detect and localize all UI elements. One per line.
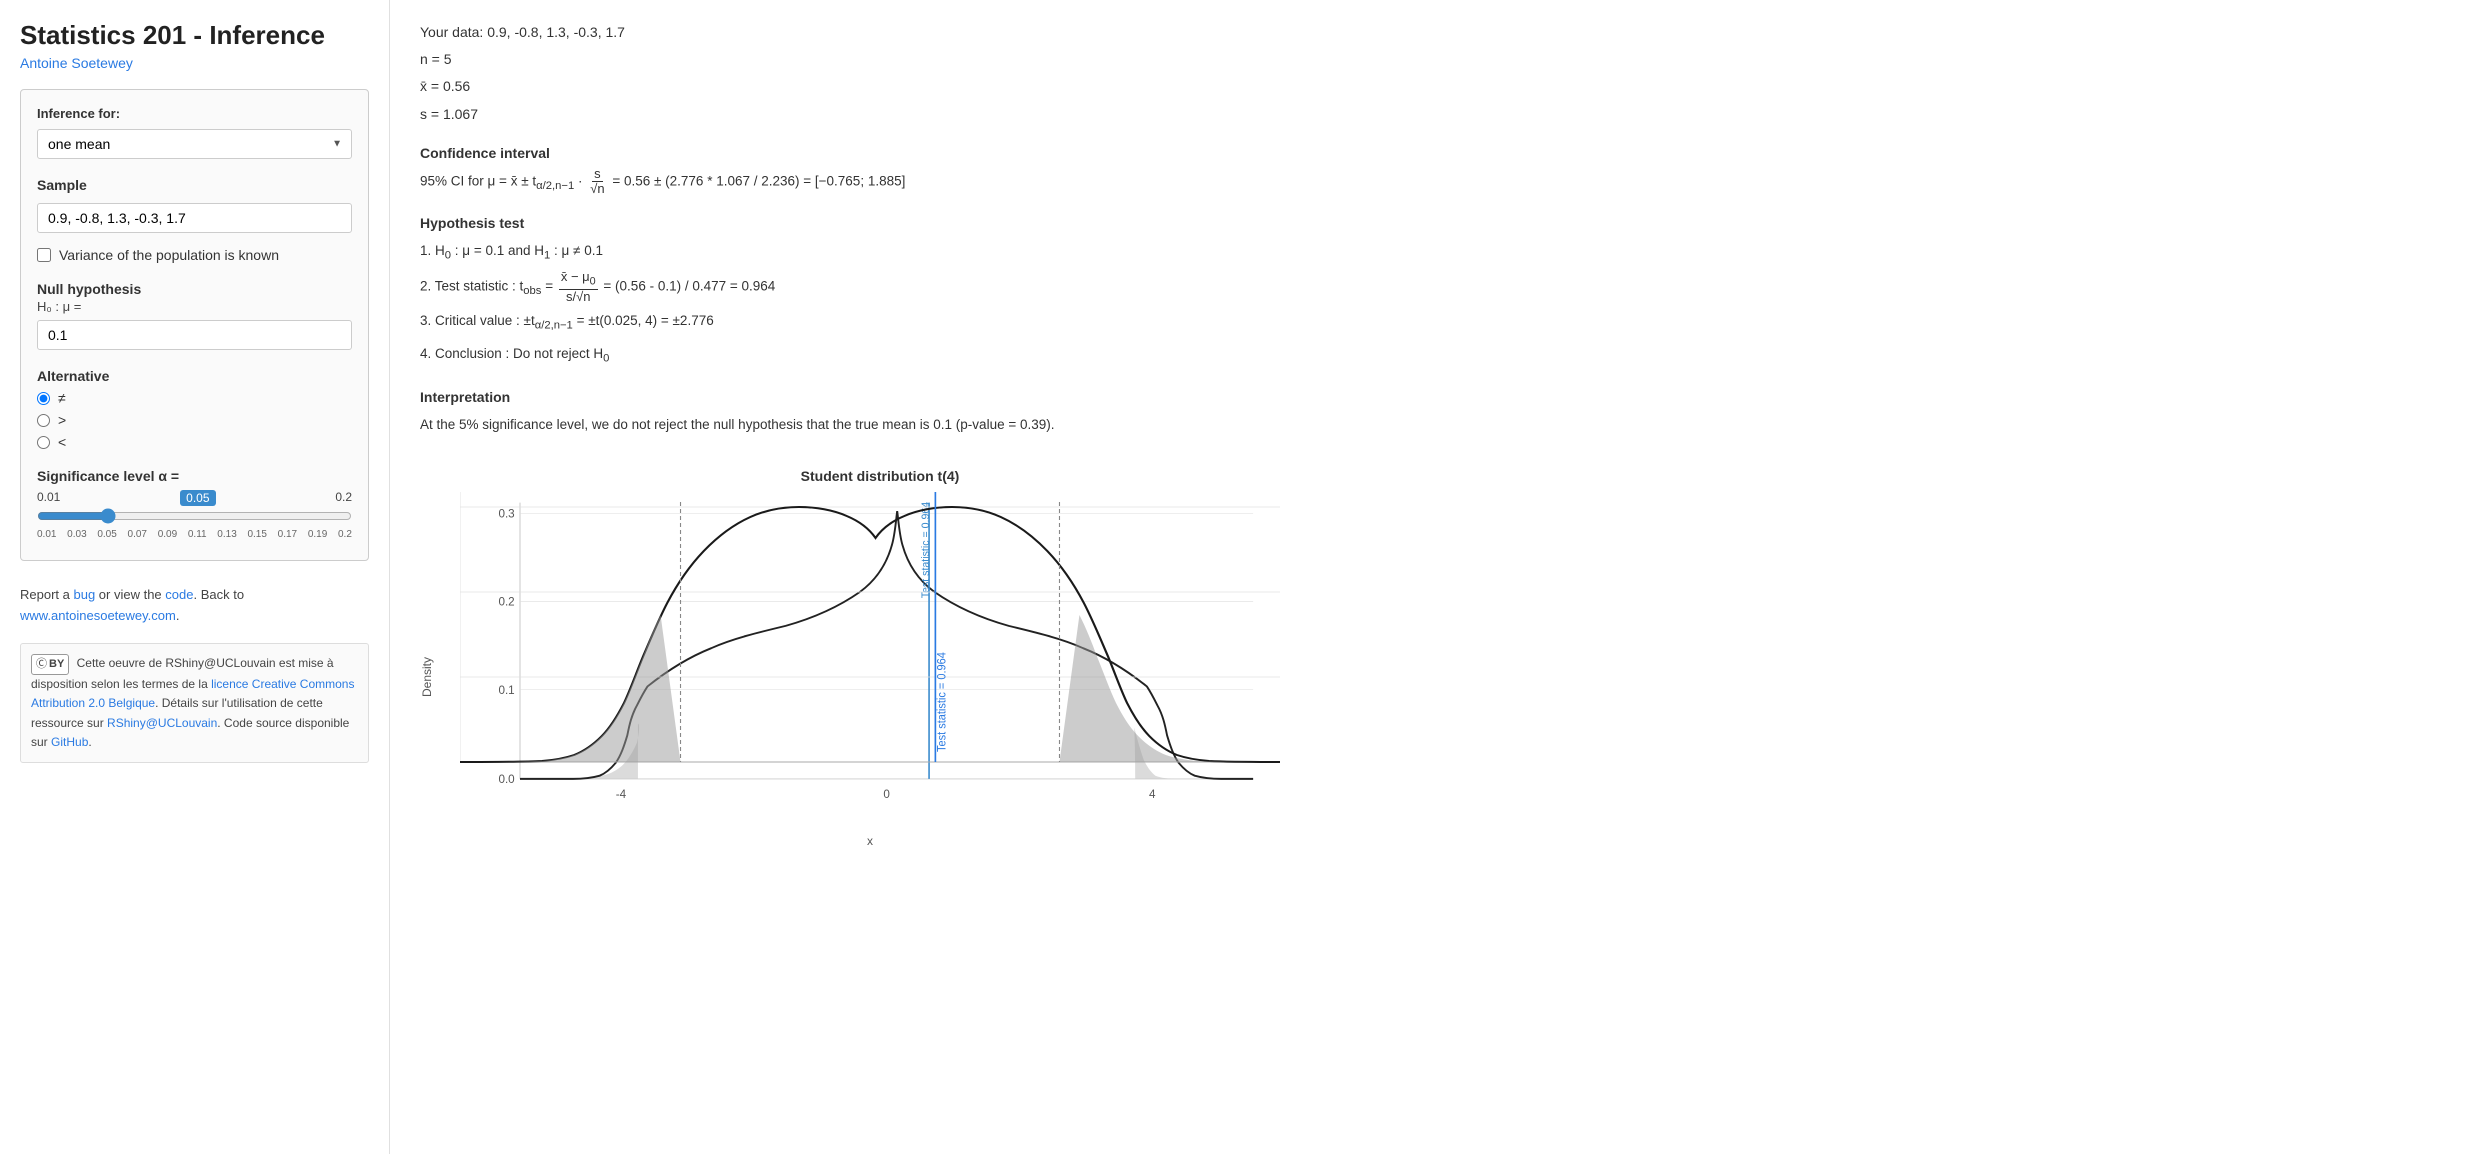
svg-text:Test statistic = 0.964: Test statistic = 0.964 [935,651,949,751]
s-line: s = 1.067 [420,102,2440,127]
cc-license-link[interactable]: licence Creative Commons Attribution 2.0… [31,677,354,710]
cc-badge: Ⓒ BY [31,654,69,676]
significance-label: Significance level α = [37,468,352,484]
xbar-line: x̄ = 0.56 [420,74,2440,99]
ht-title: Hypothesis test [420,215,2440,231]
inference-label: Inference for: [37,106,352,121]
ci-formula: 95% CI for μ = x̄ ± tα/2,n−1 · s √n = 0.… [420,167,2440,198]
h0-label: H₀ : μ = [37,299,352,314]
ci-title: Confidence interval [420,145,2440,161]
alternative-lt-option[interactable]: < [37,434,352,450]
site-link[interactable]: www.antoinesoetewey.com [20,608,176,623]
github-link[interactable]: GitHub [51,735,88,749]
variance-known-checkbox[interactable] [37,248,51,262]
alternative-neq-option[interactable]: ≠ [37,390,352,406]
x-axis-label: x [460,834,1280,848]
null-value-input[interactable] [37,320,352,350]
ht-line4: 4. Conclusion : Do not reject H0 [420,340,2440,370]
alternative-label: Alternative [37,368,352,384]
interp-title: Interpretation [420,389,2440,405]
interp-text: At the 5% significance level, we do not … [420,411,2440,438]
sig-current-value: 0.05 [180,490,215,506]
code-link[interactable]: code [165,587,193,602]
n-line: n = 5 [420,47,2440,72]
rshiny-link[interactable]: RShiny@UCLouvain [107,716,217,730]
sig-max-label: 0.2 [335,490,352,506]
ht-line3: 3. Critical value : ±tα/2,n−1 = ±t(0.025… [420,307,2440,337]
sample-input[interactable] [37,203,352,233]
significance-slider[interactable] [37,508,352,524]
variance-known-label: Variance of the population is known [59,247,279,263]
sig-min-label: 0.01 [37,490,60,506]
data-line: Your data: 0.9, -0.8, 1.3, -0.3, 1.7 [420,20,2440,45]
inference-select[interactable]: one mean one proportion two means two pr… [37,129,352,159]
ht-line2: 2. Test statistic : tobs = x̄ − μ0 s/√n … [420,270,2440,304]
cc-box: Ⓒ BY Cette oeuvre de RShiny@UCLouvain es… [20,643,369,763]
chart-area: Student distribution t(4) Density 0 [420,468,1280,848]
ht-line1: 1. H0 : μ = 0.1 and H1 : μ ≠ 0.1 [420,237,2440,267]
chart-svg-overlay: Test statistic = 0.964 [460,492,1280,812]
y-axis-label: Density [420,492,440,832]
alternative-gt-option[interactable]: > [37,412,352,428]
chart-title: Student distribution t(4) [480,468,1280,484]
sample-label: Sample [37,177,352,193]
null-hypothesis-section-label: Null hypothesis [37,281,352,297]
page-title: Statistics 201 - Inference [20,20,369,51]
author-link[interactable]: Antoine Soetewey [20,55,369,71]
footer-text: Report a bug or view the code. Back to w… [20,585,369,627]
bug-link[interactable]: bug [73,587,95,602]
